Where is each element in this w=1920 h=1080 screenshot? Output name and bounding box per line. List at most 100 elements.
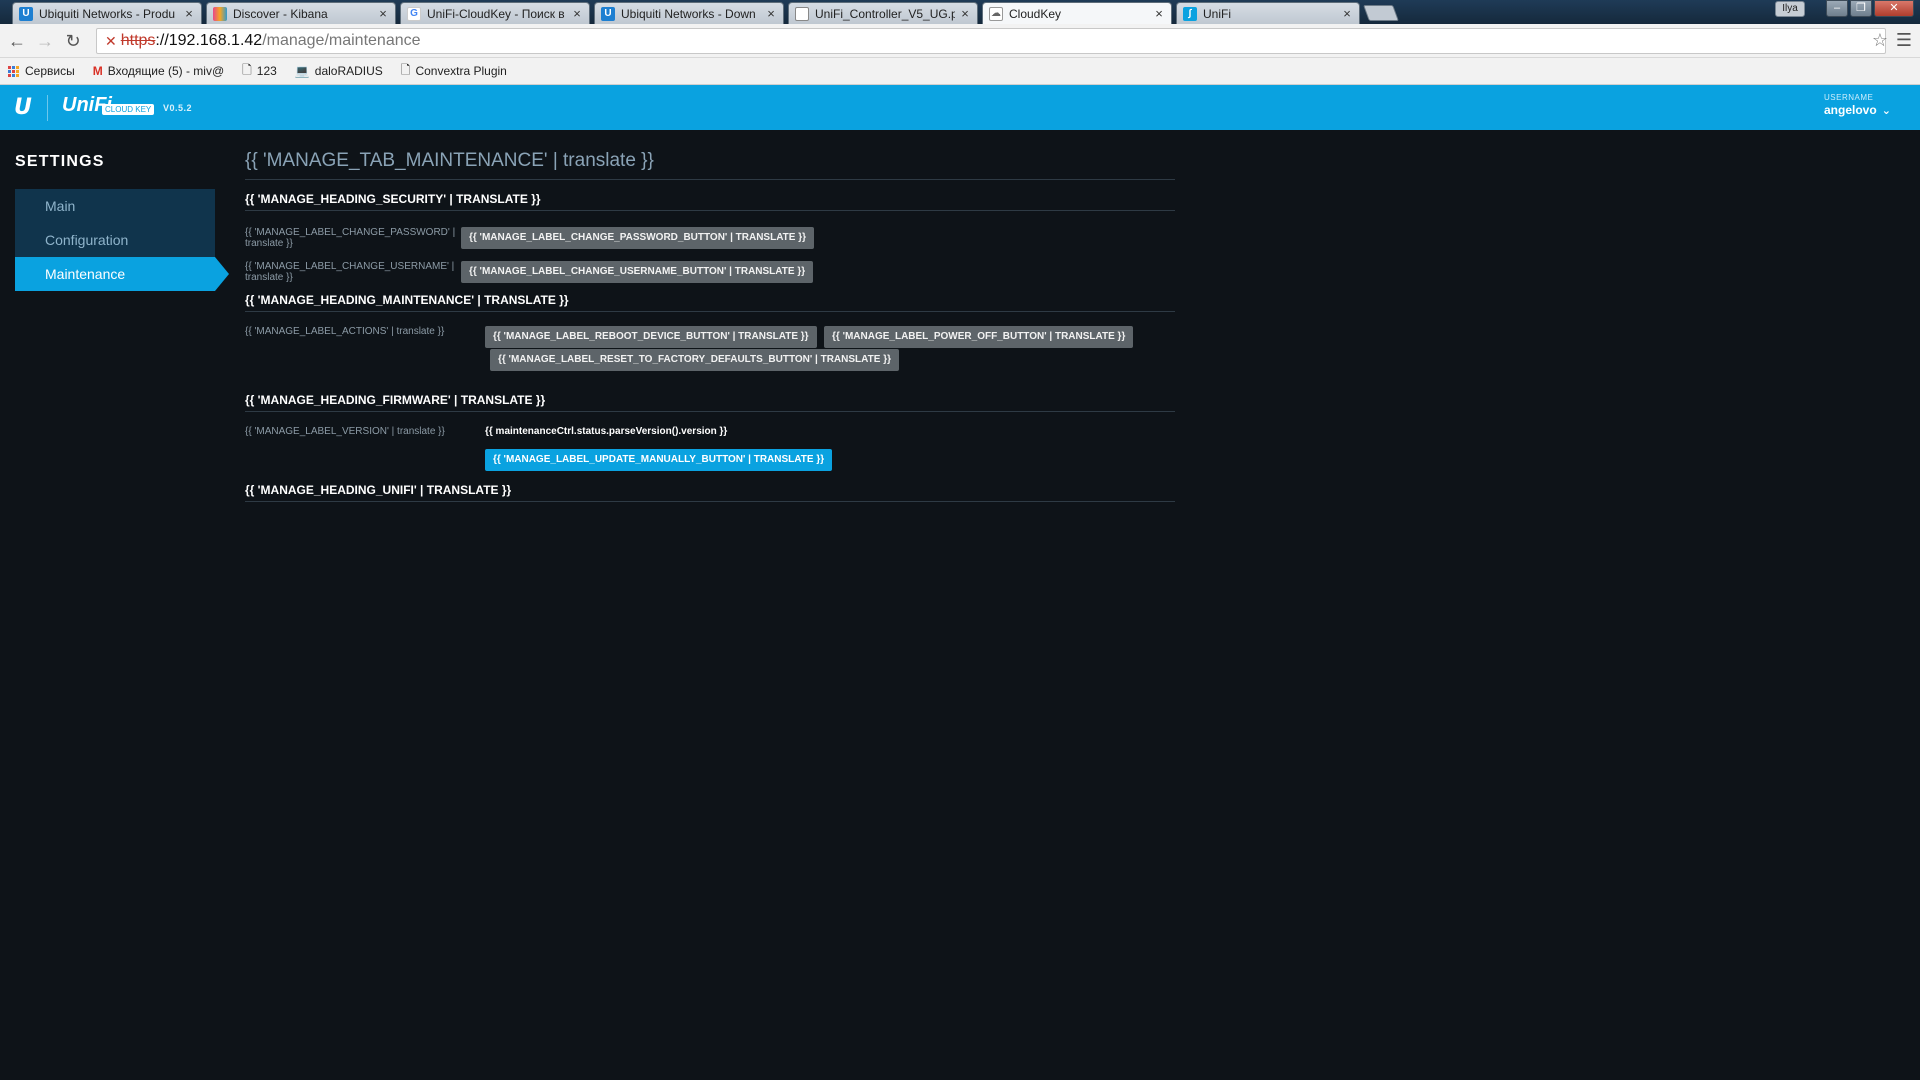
browser-tab-title: Discover - Kibana [233,6,328,21]
change-username-actions: {{ 'MANAGE_LABEL_CHANGE_USERNAME_BUTTON'… [461,261,814,283]
reboot-device-button[interactable]: {{ 'MANAGE_LABEL_REBOOT_DEVICE_BUTTON' |… [485,326,817,348]
bookmark-convextra[interactable]: 🗋 Convextra Plugin [401,61,507,82]
actions-label: {{ 'MANAGE_LABEL_ACTIONS' | translate }} [245,326,445,337]
unifi-heading: {{ 'MANAGE_HEADING_UNIFI' | TRANSLATE }} [245,483,1175,502]
sidebar-title: SETTINGS [15,153,105,170]
chevron-down-icon: ⌄ [1881,105,1891,117]
back-arrow-icon[interactable]: ← [6,30,28,52]
reset-factory-defaults-button[interactable]: {{ 'MANAGE_LABEL_RESET_TO_FACTORY_DEFAUL… [490,349,899,371]
bookmark-label: Сервисы [25,64,75,78]
browser-tab-title: UniFi-CloudKey - Поиск в [427,6,565,21]
version-row: {{ 'MANAGE_LABEL_VERSION' | translate }}… [245,426,1175,471]
url-scheme: https [120,32,156,49]
browser-tab-strip: U Ubiquiti Networks - Produ × Discover -… [0,0,1920,24]
browser-tab[interactable]: ∫ UniFi × [1176,2,1360,24]
forward-arrow-icon[interactable]: → [34,30,56,52]
bookmark-star-icon[interactable]: ☆ [1872,30,1888,51]
update-button-wrap: {{ 'MANAGE_LABEL_UPDATE_MANUALLY_BUTTON'… [485,449,833,471]
version-details: {{ maintenanceCtrl.status.parseVersion()… [485,426,833,471]
actions-buttons: {{ 'MANAGE_LABEL_REBOOT_DEVICE_BUTTON' |… [485,326,1175,371]
minimize-icon[interactable]: – [1826,0,1848,17]
browser-menu-icon[interactable]: ☰ [1896,30,1912,51]
browser-toolbar: ← → ↻ ✕ https ://192.168.1.42 /manage/ma… [0,24,1920,58]
security-heading: {{ 'MANAGE_HEADING_SECURITY' | TRANSLATE… [245,192,1175,211]
browser-tab[interactable]: UniFi_Controller_V5_UG.p × [788,2,978,24]
window-controls: – ❐ ✕ [1826,0,1914,17]
close-icon[interactable]: × [1341,6,1353,21]
close-icon[interactable]: × [765,6,777,21]
change-password-label: {{ 'MANAGE_LABEL_CHANGE_PASSWORD' | tran… [245,227,456,249]
google-g-icon: G [407,6,421,21]
update-manually-button[interactable]: {{ 'MANAGE_LABEL_UPDATE_MANUALLY_BUTTON'… [485,449,833,471]
browser-tab-title: CloudKey [1009,6,1062,21]
change-password-button[interactable]: {{ 'MANAGE_LABEL_CHANGE_PASSWORD_BUTTON'… [461,227,815,249]
browser-tab-title: UniFi_Controller_V5_UG.p [815,6,955,21]
bookmark-label: 123 [256,64,277,78]
version-label: {{ 'MANAGE_LABEL_VERSION' | translate }} [245,426,445,437]
change-username-button[interactable]: {{ 'MANAGE_LABEL_CHANGE_USERNAME_BUTTON'… [461,261,814,283]
browser-tab-title: UniFi [1203,6,1232,21]
main-content: {{ 'MANAGE_TAB_MAINTENANCE' | translate … [245,130,1175,502]
sidebar-item-configuration[interactable]: Configuration [15,223,215,257]
sidebar-item-main[interactable]: Main [15,189,215,223]
browser-tab[interactable]: U Ubiquiti Networks - Down × [594,2,784,24]
page-title: {{ 'MANAGE_TAB_MAINTENANCE' | translate … [245,150,1175,180]
bookmark-apps[interactable]: Сервисы [8,64,75,78]
close-icon[interactable]: × [377,6,389,21]
power-off-button[interactable]: {{ 'MANAGE_LABEL_POWER_OFF_BUTTON' | TRA… [824,326,1134,348]
browser-tab-title: Ubiquiti Networks - Down [621,6,756,21]
address-bar[interactable]: ✕ https ://192.168.1.42 /manage/maintena… [96,28,1886,54]
browser-tab-active[interactable]: ☁ CloudKey × [982,2,1172,24]
close-icon[interactable]: × [959,6,971,21]
firmware-heading: {{ 'MANAGE_HEADING_FIRMWARE' | TRANSLATE… [245,393,1175,412]
restore-icon[interactable]: ❐ [1850,0,1872,17]
firmware-version-value: {{ maintenanceCtrl.status.parseVersion()… [485,426,728,437]
user-menu[interactable]: USERNAME angelovo ⌄ [1824,93,1891,117]
reset-button-wrap: {{ 'MANAGE_LABEL_RESET_TO_FACTORY_DEFAUL… [485,349,1175,371]
username[interactable]: angelovo ⌄ [1824,103,1891,117]
change-password-actions: {{ 'MANAGE_LABEL_CHANGE_PASSWORD_BUTTON'… [461,227,815,249]
close-icon[interactable]: × [183,6,195,21]
cloud-icon: ☁ [989,6,1003,21]
unifi-icon: ∫ [1183,6,1197,21]
page-icon: 🗋 [400,62,411,77]
browser-tab[interactable]: G UniFi-CloudKey - Поиск в × [400,2,590,24]
bookmarks-bar: Сервисы M Входящие (5) - miv@ 🗋 123 💻 da… [0,58,1920,85]
browser-tab-title: Ubiquiti Networks - Produ [39,6,176,21]
settings-sidebar: SETTINGS Main Configuration Maintenance [15,130,230,291]
bookmark-123[interactable]: 🗋 123 [242,61,277,82]
url-host: ://192.168.1.42 [155,32,263,49]
sidebar-item-maintenance[interactable]: Maintenance [15,257,229,291]
new-tab-button[interactable] [1363,5,1399,21]
app-header: U UniFi CLOUD KEY V0.5.2 USERNAME angelo… [0,85,1920,130]
page-icon: 🗋 [242,62,252,77]
change-username-row: {{ 'MANAGE_LABEL_CHANGE_USERNAME' | tran… [245,261,1175,283]
window-close-icon[interactable]: ✕ [1874,0,1914,17]
apps-icon [8,65,19,77]
close-icon[interactable]: × [1153,6,1165,21]
bookmark-daloradius[interactable]: 💻 daloRADIUS [295,64,383,78]
browser-tab[interactable]: Discover - Kibana × [206,2,396,24]
change-username-label: {{ 'MANAGE_LABEL_CHANGE_USERNAME' | tran… [245,261,455,283]
ubiquiti-u-icon: U [19,6,33,21]
maintenance-heading: {{ 'MANAGE_HEADING_MAINTENANCE' | TRANSL… [245,293,1175,312]
sidebar-nav: Main Configuration Maintenance [15,189,230,291]
window-profile-badge[interactable]: Ilya [1775,1,1805,17]
bookmark-label: daloRADIUS [314,64,383,78]
username-value: angelovo [1824,103,1877,117]
url-path: /manage/maintenance [262,32,421,49]
reload-icon[interactable]: ↻ [62,30,84,52]
actions-row: {{ 'MANAGE_LABEL_ACTIONS' | translate }}… [245,326,1175,371]
username-caption: USERNAME [1824,93,1874,102]
bookmark-label: Входящие (5) - miv@ [107,64,225,78]
insecure-lock-icon[interactable]: ✕ [105,33,117,50]
ubiquiti-logo-icon[interactable]: U [14,95,32,120]
gmail-icon: M [92,64,103,78]
browser-tab[interactable]: U Ubiquiti Networks - Produ × [12,2,202,24]
ubiquiti-u-icon: U [601,6,615,21]
close-icon[interactable]: × [571,6,583,21]
kibana-icon [213,6,227,21]
bookmark-label: Convextra Plugin [415,64,507,78]
document-icon [795,6,809,21]
bookmark-gmail[interactable]: M Входящие (5) - miv@ [93,64,224,78]
